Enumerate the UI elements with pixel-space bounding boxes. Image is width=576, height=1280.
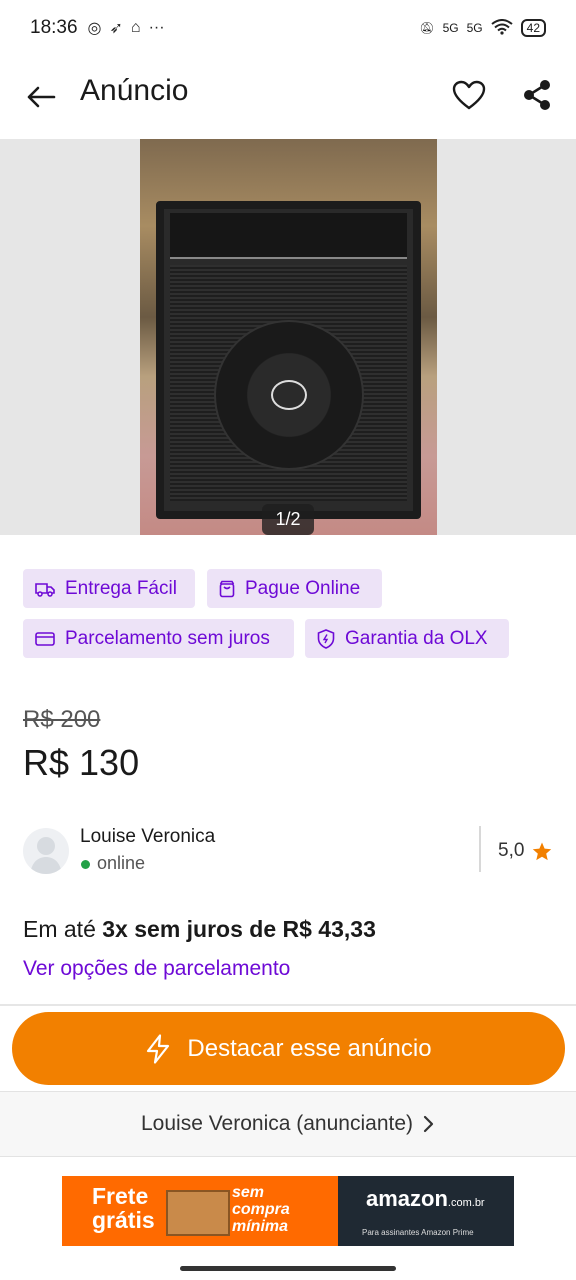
online-status: online xyxy=(97,853,146,873)
amplifier-grill xyxy=(170,265,407,501)
badge-parcelamento: Parcelamento sem juros xyxy=(23,619,294,658)
amazon-logo: amazon.com.br xyxy=(366,1186,485,1212)
badge-pague-online: Pague Online xyxy=(207,569,382,608)
truck-icon xyxy=(35,582,55,597)
user-placeholder-icon xyxy=(30,837,62,874)
ad-sem-line1: sem xyxy=(232,1184,265,1201)
star-icon xyxy=(533,842,552,860)
mute-icon: 🔕︎ xyxy=(419,21,435,35)
advertiser-label: Louise Veronica (anunciante) xyxy=(140,1112,413,1135)
rating-value: 5,0 xyxy=(498,840,525,861)
amplifier-logo xyxy=(270,379,307,410)
badge-label: Entrega Fácil xyxy=(65,577,177,599)
advertiser-link[interactable]: Louise Veronica (anunciante) xyxy=(0,1091,576,1157)
arrow-left-icon xyxy=(27,86,56,108)
page-title: Anúncio xyxy=(80,74,189,107)
badge-label: Pague Online xyxy=(245,577,361,599)
bag-icon xyxy=(219,580,235,597)
amplifier-speaker xyxy=(213,319,364,470)
amazon-suffix: .com.br xyxy=(447,1197,485,1209)
back-button[interactable] xyxy=(22,78,60,116)
notification-icons: ◎ ➶ ⌂ ··· xyxy=(88,18,165,38)
avatar xyxy=(23,828,69,874)
signal-icon-2: 5G xyxy=(466,21,483,35)
installments-value: 3x sem juros de R$ 43,33 xyxy=(102,916,376,942)
chevron-right-icon xyxy=(423,1115,434,1133)
card-icon xyxy=(35,631,55,646)
status-bar: 18:36 ◎ ➶ ⌂ ··· 🔕︎ 5G 5G 42 xyxy=(0,0,576,56)
seller-card[interactable]: Louise Veronica online 5,0 xyxy=(23,826,553,878)
signal-icon: 5G xyxy=(442,21,459,35)
badge-entrega-facil: Entrega Fácil xyxy=(23,569,195,608)
product-photo[interactable] xyxy=(140,139,437,535)
more-icon: ··· xyxy=(148,19,165,36)
ad-frete-line1: Frete xyxy=(92,1183,149,1209)
amazon-brand: amazon xyxy=(366,1186,448,1211)
ad-sem-text: sem compra mínima xyxy=(232,1184,290,1235)
ad-sem-line3: mínima xyxy=(232,1218,289,1235)
ad-frete-text: Frete grátis xyxy=(92,1184,155,1232)
seller-name: Louise Veronica xyxy=(80,826,216,847)
whatsapp-icon: ◎ xyxy=(87,20,102,37)
ad-banner-left: Frete grátis sem compra mínima xyxy=(62,1176,338,1246)
amplifier-image xyxy=(156,201,421,519)
photo-counter: 1/2 xyxy=(262,504,314,535)
ad-prime-text: Para assinantes Amazon Prime xyxy=(362,1228,474,1237)
gesture-nav-bar[interactable] xyxy=(180,1266,396,1271)
divider xyxy=(0,1004,576,1006)
shield-icon xyxy=(317,628,335,649)
battery-icon: 42 xyxy=(520,19,546,37)
lightning-icon xyxy=(147,1033,170,1064)
online-status-dot xyxy=(81,860,90,869)
installments-options-link[interactable]: Ver opções de parcelamento xyxy=(23,957,290,981)
home-icon: ⌂ xyxy=(130,19,141,36)
package-icon xyxy=(166,1190,230,1236)
promote-ad-label: Destacar esse anúncio xyxy=(187,1034,432,1062)
seller-rating[interactable]: 5,0 xyxy=(498,840,552,862)
share-button[interactable] xyxy=(518,76,556,114)
app-bar: Anúncio xyxy=(0,56,576,138)
share-icon xyxy=(524,80,550,110)
photo-gallery[interactable]: 1/2 xyxy=(0,139,576,535)
badge-label: Parcelamento sem juros xyxy=(65,627,270,649)
amplifier-control-panel xyxy=(170,213,407,259)
old-price: R$ 200 xyxy=(23,706,101,733)
ad-banner-right: amazon.com.br Para assinantes Amazon Pri… xyxy=(338,1176,514,1246)
heart-icon xyxy=(452,80,486,110)
installments-prefix: Em até xyxy=(23,916,103,942)
favorite-button[interactable] xyxy=(450,76,488,114)
status-time: 18:36 xyxy=(30,17,78,38)
wifi-icon xyxy=(491,18,513,38)
ad-banner[interactable]: Frete grátis sem compra mínima amazon.co… xyxy=(62,1176,514,1246)
system-icons: 🔕︎ 5G 5G 42 xyxy=(419,18,546,38)
ad-frete-line2: grátis xyxy=(92,1207,155,1233)
current-price: R$ 130 xyxy=(23,742,140,783)
installments-info: Em até 3x sem juros de R$ 43,33 xyxy=(23,916,376,943)
ad-sem-line2: compra xyxy=(232,1201,290,1218)
promote-ad-button[interactable]: Destacar esse anúncio xyxy=(12,1012,565,1085)
badge-garantia: Garantia da OLX xyxy=(305,619,509,658)
badge-label: Garantia da OLX xyxy=(345,627,488,649)
send-icon: ➶ xyxy=(109,20,123,37)
divider xyxy=(479,826,481,872)
